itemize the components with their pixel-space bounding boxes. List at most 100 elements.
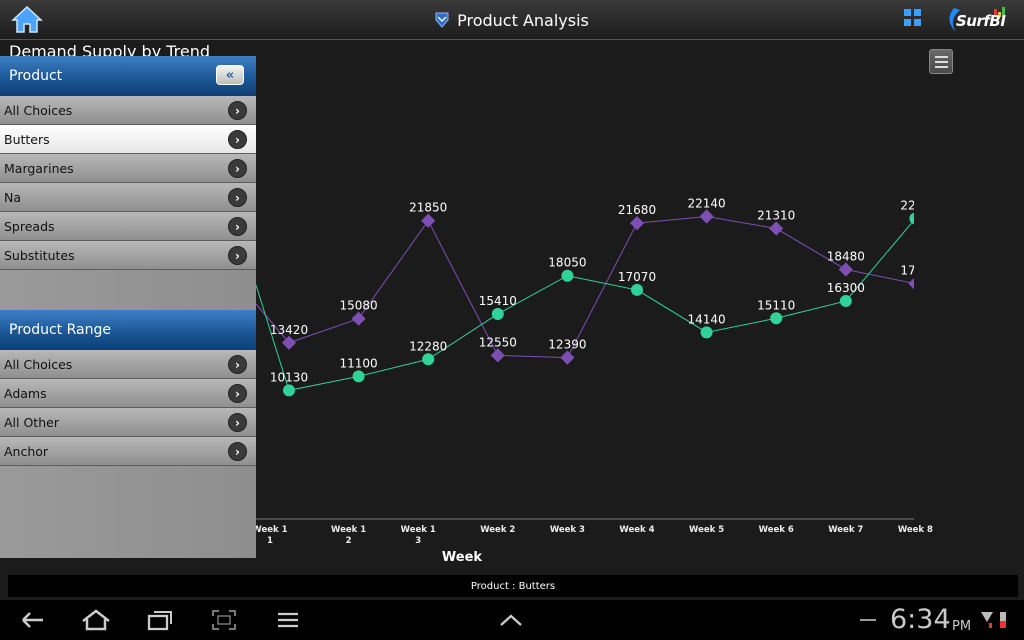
app-title: Product Analysis xyxy=(457,10,589,30)
product-range-filter-item[interactable]: All Choices › xyxy=(0,350,256,379)
data-point xyxy=(629,216,645,231)
data-label: 10130 xyxy=(270,370,308,384)
screenshot-icon[interactable] xyxy=(210,608,238,632)
product-filter-item-label: All Choices xyxy=(4,102,73,118)
data-label: 12550 xyxy=(479,335,517,349)
x-axis-title: Week xyxy=(442,550,483,565)
chevron-right-icon[interactable]: › xyxy=(228,384,247,403)
x-tick-label: Week 1 xyxy=(252,525,287,535)
data-point xyxy=(560,350,575,365)
data-label: 11100 xyxy=(340,356,378,370)
data-point xyxy=(700,326,713,339)
back-icon[interactable] xyxy=(20,608,46,632)
x-tick-label: 2 xyxy=(346,536,352,546)
series-line xyxy=(255,215,916,359)
data-point xyxy=(699,209,714,224)
chevron-right-icon[interactable]: › xyxy=(228,159,247,178)
chevron-right-icon[interactable]: › xyxy=(228,413,247,432)
x-tick-label: Week 1 xyxy=(331,525,366,535)
x-tick-label: 1 xyxy=(267,536,273,546)
wifi-icon xyxy=(981,612,993,628)
data-label: 15110 xyxy=(757,298,795,312)
data-point xyxy=(281,335,297,350)
x-tick-label: Week 5 xyxy=(689,525,724,535)
dash-icon xyxy=(860,619,876,621)
data-point xyxy=(422,353,435,366)
product-filter-item[interactable]: All Choices › xyxy=(0,96,256,125)
top-app-bar: Product Analysis SurfBI xyxy=(0,0,1024,40)
product-filter-item-label: Spreads xyxy=(4,218,55,234)
data-label: 17070 xyxy=(618,270,656,284)
x-tick-label: Week 2 xyxy=(480,525,515,535)
data-point xyxy=(421,213,436,228)
x-tick-label: Week 4 xyxy=(619,525,654,535)
data-label: 15410 xyxy=(479,294,517,308)
product-section-header: Product « xyxy=(0,56,256,96)
chevron-right-icon[interactable]: › xyxy=(228,101,247,120)
product-range-filter-item[interactable]: All Other › xyxy=(0,408,256,437)
chevron-right-icon[interactable]: › xyxy=(228,442,247,461)
chart-clip-mask xyxy=(914,40,1024,510)
chevron-right-icon[interactable]: › xyxy=(228,188,247,207)
shield-icon xyxy=(435,12,449,28)
chevron-right-icon[interactable]: › xyxy=(228,246,247,265)
list-menu-button[interactable] xyxy=(929,49,953,74)
logo-text: SurfBI xyxy=(956,12,1006,30)
product-range-filter-item[interactable]: Adams › xyxy=(0,379,256,408)
chevron-right-icon[interactable]: › xyxy=(228,355,247,374)
panel-spacer xyxy=(0,270,256,310)
system-nav-bar: 6:34 PM xyxy=(0,600,1024,640)
product-filter-item[interactable]: Margarines › xyxy=(0,154,256,183)
x-tick-label: Week 1 xyxy=(401,525,436,535)
recent-apps-icon[interactable] xyxy=(146,608,174,632)
x-tick-label: Week 3 xyxy=(550,525,585,535)
data-point xyxy=(631,283,643,296)
grid-view-icon[interactable] xyxy=(903,8,923,28)
data-label: 21850 xyxy=(409,201,447,215)
data-label: 18480 xyxy=(827,249,865,263)
data-point xyxy=(839,295,852,308)
data-label: 21680 xyxy=(618,203,656,217)
filter-status-bar: Product : Butters xyxy=(8,575,1018,597)
product-range-section-label: Product Range xyxy=(9,322,111,338)
data-label: 12280 xyxy=(409,339,447,353)
product-range-filter-item-label: Adams xyxy=(4,385,47,401)
data-label: 18050 xyxy=(548,256,586,270)
product-filter-item-label: Na xyxy=(4,189,22,205)
data-label: 22140 xyxy=(688,196,726,210)
x-tick-label: Week 7 xyxy=(828,525,863,535)
data-label: 13420 xyxy=(270,323,308,337)
data-point xyxy=(491,307,504,320)
collapse-panel-button[interactable]: « xyxy=(216,65,244,85)
data-point xyxy=(770,312,783,325)
home-nav-icon[interactable] xyxy=(80,608,112,632)
x-tick-label: 3 xyxy=(415,536,421,546)
product-filter-item-label: Butters xyxy=(4,131,50,147)
product-range-filter-item-label: Anchor xyxy=(4,443,49,459)
data-point xyxy=(838,262,853,277)
filter-panel: Product « All Choices › Butters › Margarines… xyxy=(0,56,256,558)
chevron-right-icon[interactable]: › xyxy=(228,130,247,149)
menu-icon[interactable] xyxy=(276,608,300,632)
data-point xyxy=(769,221,784,236)
product-filter-item[interactable]: Spreads › xyxy=(0,212,256,241)
filter-status-text: Product : Butters xyxy=(470,580,556,592)
data-point xyxy=(352,370,365,383)
chevron-right-icon[interactable]: › xyxy=(228,217,247,236)
chevron-up-icon[interactable] xyxy=(498,608,524,632)
product-filter-item[interactable]: Substitutes › xyxy=(0,241,256,270)
clock-time: 6:34 xyxy=(890,604,951,635)
data-point xyxy=(490,348,505,363)
x-tick-label: Week 6 xyxy=(759,525,794,535)
product-filter-item[interactable]: Butters › xyxy=(0,125,256,154)
product-range-filter-item[interactable]: Anchor › xyxy=(0,437,256,466)
product-section-label: Product xyxy=(9,68,63,84)
data-label: 12390 xyxy=(548,338,586,352)
battery-icon xyxy=(1000,612,1006,628)
data-label: 15080 xyxy=(340,299,378,313)
data-label: 21310 xyxy=(757,209,795,223)
data-label: 16300 xyxy=(827,281,865,295)
data-point xyxy=(561,269,574,282)
product-filter-item[interactable]: Na › xyxy=(0,183,256,212)
product-range-section-header: Product Range xyxy=(0,310,256,350)
